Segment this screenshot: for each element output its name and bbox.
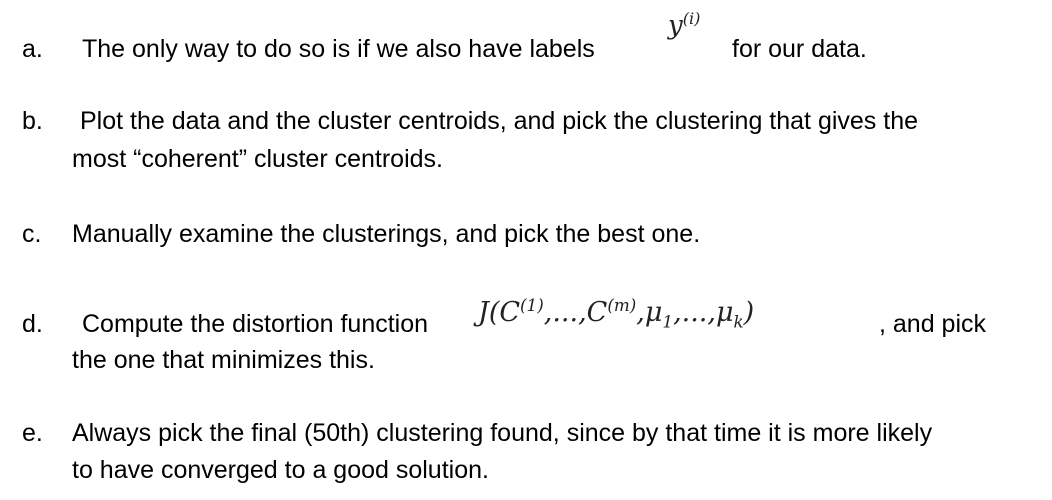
- answer-options: a. The only way to do so is if we also h…: [0, 0, 1052, 500]
- option-text: Always pick the final (50th) clustering …: [72, 419, 933, 447]
- option-c[interactable]: c. Manually examine the clusterings, and…: [0, 200, 1052, 260]
- option-text: Manually examine the clusterings, and pi…: [72, 220, 701, 248]
- option-text-line2: most “coherent” cluster centroids.: [72, 145, 443, 173]
- option-letter: c.: [22, 220, 42, 248]
- option-text: Compute the distortion function: [82, 310, 429, 338]
- option-letter: a.: [22, 35, 43, 63]
- option-letter: d.: [22, 310, 43, 338]
- option-text-continuation: , and pick: [879, 310, 987, 338]
- option-text-line2: to have converged to a good solution.: [72, 456, 489, 484]
- option-a[interactable]: a. The only way to do so is if we also h…: [0, 0, 1052, 80]
- option-text: The only way to do so is if we also have…: [82, 35, 595, 63]
- option-b[interactable]: b. Plot the data and the cluster centroi…: [0, 90, 1052, 180]
- option-text-line2: the one that minimizes this.: [72, 346, 375, 374]
- option-text-continuation: for our data.: [732, 35, 867, 63]
- option-letter: b.: [22, 107, 43, 135]
- math-distortion-function: J(C(1),...,C(m),μ1,...,μk): [478, 295, 755, 332]
- math-label-y: y(i): [668, 9, 701, 41]
- option-letter: e.: [22, 419, 43, 447]
- option-text: Plot the data and the cluster centroids,…: [80, 107, 919, 135]
